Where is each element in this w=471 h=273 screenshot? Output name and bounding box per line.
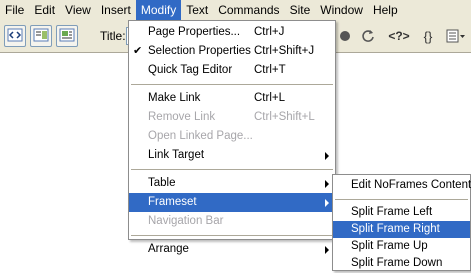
menu-separator xyxy=(333,195,470,204)
menu-item-page-properties[interactable]: Page Properties... Ctrl+J xyxy=(129,23,335,42)
menu-item-edit-noframes-content[interactable]: Edit NoFrames Content xyxy=(333,176,471,195)
menu-site[interactable]: Site xyxy=(285,0,316,20)
menu-view[interactable]: View xyxy=(60,0,96,20)
code-view-icon xyxy=(7,28,23,45)
menu-file[interactable]: File xyxy=(0,0,29,20)
menu-edit[interactable]: Edit xyxy=(29,0,60,20)
submenu-arrow-icon xyxy=(325,199,329,207)
menu-window[interactable]: Window xyxy=(315,0,368,20)
menu-item-arrange[interactable]: Arrange xyxy=(129,240,335,259)
submenu-arrow-icon xyxy=(325,246,329,254)
title-label: Title: xyxy=(100,29,126,43)
menu-help[interactable]: Help xyxy=(368,0,403,20)
submenu-arrow-icon xyxy=(325,152,329,160)
code-view-button[interactable] xyxy=(4,25,26,47)
split-view-icon xyxy=(33,28,49,45)
menu-item-split-frame-up[interactable]: Split Frame Up xyxy=(333,238,470,255)
menu-item-split-frame-right[interactable]: Split Frame Right xyxy=(333,221,470,238)
globe-dropdown-icon[interactable] xyxy=(338,27,352,45)
modify-menu: Page Properties... Ctrl+J ✔ Selection Pr… xyxy=(128,20,336,255)
menu-separator xyxy=(129,165,335,174)
menubar: File Edit View Insert Modify Text Comman… xyxy=(0,0,471,20)
split-view-button[interactable] xyxy=(30,25,52,47)
menu-item-frameset[interactable]: Frameset xyxy=(129,193,335,212)
menu-item-table[interactable]: Table xyxy=(129,174,335,193)
menu-item-open-linked-page: Open Linked Page... xyxy=(148,130,253,142)
menu-separator xyxy=(129,80,335,89)
menu-insert[interactable]: Insert xyxy=(96,0,136,20)
tag-inspector-icon[interactable]: <?> xyxy=(386,27,412,45)
submenu-arrow-icon xyxy=(325,180,329,188)
menu-commands[interactable]: Commands xyxy=(213,0,284,20)
menu-modify[interactable]: Modify xyxy=(135,0,182,20)
menu-separator xyxy=(129,231,335,240)
menu-item-split-frame-left[interactable]: Split Frame Left xyxy=(333,204,470,221)
menu-item-navigation-bar: Navigation Bar xyxy=(148,215,224,227)
checkmark-icon: ✔ xyxy=(133,45,143,57)
frameset-submenu: Edit NoFrames Content Split Frame Left S… xyxy=(332,174,471,271)
menu-item-quick-tag-editor[interactable]: Quick Tag Editor Ctrl+T xyxy=(129,61,335,80)
menu-item-split-frame-down[interactable]: Split Frame Down xyxy=(333,255,470,272)
design-view-icon xyxy=(59,28,75,45)
menu-item-make-link[interactable]: Make Link Ctrl+L xyxy=(129,89,335,108)
menu-item-link-target[interactable]: Link Target xyxy=(129,146,335,165)
menu-item-selection-properties[interactable]: ✔ Selection Properties Ctrl+Shift+J xyxy=(129,42,335,61)
options-icon[interactable] xyxy=(444,27,468,45)
menu-item-remove-link: Remove Link Ctrl+Shift+L xyxy=(148,111,315,123)
design-view-button[interactable] xyxy=(56,25,78,47)
refresh-icon[interactable] xyxy=(360,27,376,45)
brackets-icon[interactable]: {} xyxy=(418,27,438,45)
menu-text[interactable]: Text xyxy=(181,0,213,20)
